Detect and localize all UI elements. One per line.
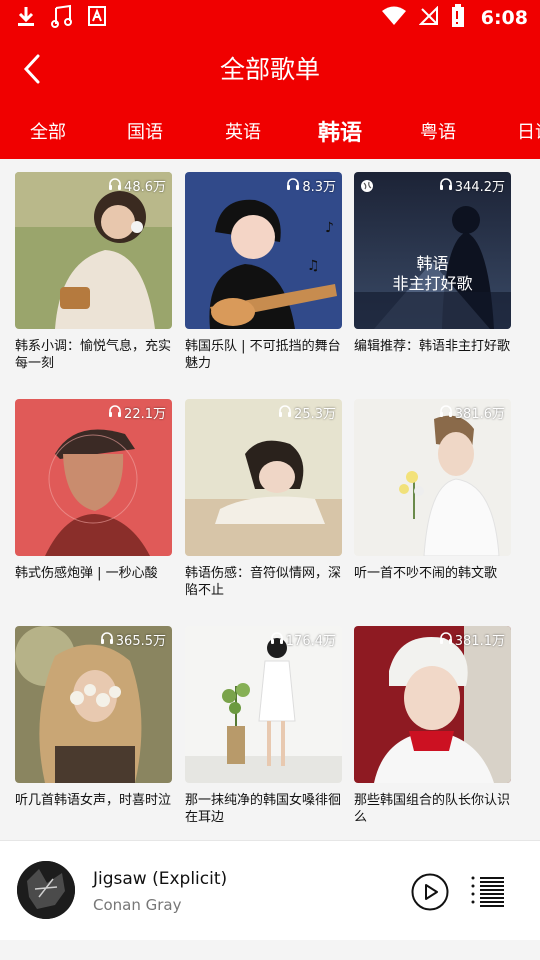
play-count: 365.5万 <box>100 630 166 649</box>
tab-cantonese[interactable]: 粤语 <box>420 118 456 144</box>
playlist-title: 韩语伤感：音符似情网，深陷不止 <box>185 566 342 598</box>
play-icon[interactable] <box>411 873 449 911</box>
play-count-value: 381.1万 <box>454 634 505 649</box>
playlist-cover: ♪ ♫ 8.3万 <box>185 172 342 329</box>
playlist-cover: 48.6万 <box>15 172 172 329</box>
playlist-cover: 381.6万 <box>354 399 511 556</box>
playlist-grid: 48.6万 韩系小调：愉悦气息，充实每一刻 ♪ ♫ 8.3万 韩国乐队 | 不可… <box>0 159 540 840</box>
playlist-title: 听几首韩语女声，时喜时泣 <box>15 793 172 808</box>
play-count-value: 176.4万 <box>285 634 336 649</box>
svg-text:♪: ♪ <box>325 220 334 236</box>
playlist-cover: 365.5万 <box>15 626 172 783</box>
headphones-icon <box>108 404 122 421</box>
headphones-icon <box>278 404 292 421</box>
tab-mandarin[interactable]: 国语 <box>127 118 163 144</box>
play-count-value: 381.6万 <box>454 407 505 422</box>
play-count: 25.3万 <box>278 403 336 422</box>
playlist-title: 韩系小调：愉悦气息，充实每一刻 <box>15 339 172 371</box>
playlist-title: 韩国乐队 | 不可抵挡的舞台魅力 <box>185 339 341 371</box>
play-count-value: 22.1万 <box>124 407 166 422</box>
playlist-card[interactable]: 韩语 非主打好歌 344.2万 编辑推荐：韩语非主打好歌 <box>354 172 511 372</box>
playlist-card[interactable]: 176.4万 那一抹纯净的韩国女嗓徘徊在耳边 <box>185 626 342 826</box>
playlist-card[interactable]: 22.1万 韩式伤感炮弹 | 一秒心酸 <box>15 399 172 599</box>
play-count: 381.1万 <box>439 630 505 649</box>
play-count-value: 25.3万 <box>294 407 336 422</box>
playlist-card[interactable]: ♪ ♫ 8.3万 韩国乐队 | 不可抵挡的舞台魅力 <box>185 172 342 372</box>
play-count: 381.6万 <box>439 403 505 422</box>
playlist-card[interactable]: 48.6万 韩系小调：愉悦气息，充实每一刻 <box>15 172 172 372</box>
play-count: 22.1万 <box>108 403 166 422</box>
svg-text:♫: ♫ <box>307 258 320 274</box>
play-count: 8.3万 <box>286 176 336 195</box>
playlist-title: 听一首不吵不闹的韩文歌 <box>354 566 498 581</box>
headphones-icon <box>270 631 284 648</box>
play-count-value: 8.3万 <box>302 180 336 195</box>
bottom-area <box>0 940 540 960</box>
playlist-queue-icon[interactable] <box>470 875 506 907</box>
artist-name: Conan Gray <box>93 896 182 914</box>
headphones-icon <box>100 631 114 648</box>
no-signal-icon <box>418 5 439 30</box>
playlist-cover: 25.3万 <box>185 399 342 556</box>
album-art[interactable] <box>17 861 75 919</box>
status-time: 6:08 <box>480 7 528 29</box>
playlist-cover: 韩语 非主打好歌 344.2万 <box>354 172 511 329</box>
globe-icon <box>360 178 374 197</box>
cover-title: 韩语 非主打好歌 <box>354 254 511 294</box>
playlist-title: 那一抹纯净的韩国女嗓徘徊在耳边 <box>185 793 342 825</box>
cover-title-line-2: 非主打好歌 <box>392 274 473 293</box>
play-count: 176.4万 <box>270 630 336 649</box>
play-count-value: 344.2万 <box>454 180 505 195</box>
play-count: 344.2万 <box>439 176 505 195</box>
play-count-value: 365.5万 <box>115 634 166 649</box>
wifi-icon <box>381 6 407 30</box>
play-count-value: 48.6万 <box>124 180 166 195</box>
playlist-card[interactable]: 381.6万 听一首不吵不闹的韩文歌 <box>354 399 511 599</box>
playlist-title: 编辑推荐：韩语非主打好歌 <box>354 339 511 354</box>
headphones-icon <box>439 177 453 194</box>
playlist-cover: 381.1万 <box>354 626 511 783</box>
playlist-cover: 176.4万 <box>185 626 342 783</box>
status-bar: 6:08 <box>0 0 540 36</box>
headphones-icon <box>439 404 453 421</box>
headphones-icon <box>286 177 300 194</box>
app-header: 6:08 全部歌单 全部 国语 英语 韩语 粤语 日语 <box>0 0 540 159</box>
battery-icon <box>451 4 465 32</box>
tab-korean[interactable]: 韩语 <box>318 115 362 147</box>
playlist-card[interactable]: 25.3万 韩语伤感：音符似情网，深陷不止 <box>185 399 342 599</box>
playlist-cover: 22.1万 <box>15 399 172 556</box>
headphones-icon <box>439 631 453 648</box>
download-icon <box>16 5 36 31</box>
play-count: 48.6万 <box>108 176 166 195</box>
playlist-card[interactable]: 365.5万 听几首韩语女声，时喜时泣 <box>15 626 172 826</box>
tab-english[interactable]: 英语 <box>225 118 261 144</box>
playlist-title: 韩式伤感炮弹 | 一秒心酸 <box>15 566 158 581</box>
playlist-card[interactable]: 381.1万 那些韩国组合的队长你认识么 <box>354 626 511 826</box>
tab-japanese[interactable]: 日语 <box>517 118 540 144</box>
headphones-icon <box>108 177 122 194</box>
title-bar: 全部歌单 <box>0 36 540 102</box>
song-title: Jigsaw (Explicit) <box>93 869 228 889</box>
cover-title-line-1: 韩语 <box>416 254 449 273</box>
music-icon <box>50 4 74 32</box>
page-title: 全部歌单 <box>219 55 320 84</box>
playlist-title: 那些韩国组合的队长你认识么 <box>354 793 511 825</box>
app-notification-icon <box>88 6 106 30</box>
mini-player[interactable]: Jigsaw (Explicit) Conan Gray <box>0 840 540 941</box>
language-tabs: 全部 国语 英语 韩语 粤语 日语 <box>0 102 540 159</box>
tab-all[interactable]: 全部 <box>30 118 66 144</box>
